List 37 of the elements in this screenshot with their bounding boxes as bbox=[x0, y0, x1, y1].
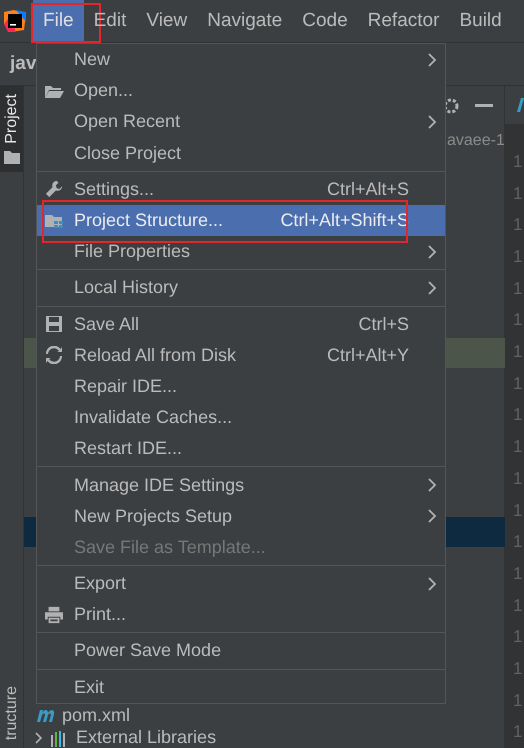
menu-item[interactable]: Manage IDE Settings bbox=[37, 469, 445, 501]
menu-item[interactable]: Reload All from Disk Ctrl+Alt+Y bbox=[37, 340, 445, 371]
printer-icon bbox=[44, 606, 64, 624]
menu-item[interactable]: Settings... Ctrl+Alt+S bbox=[37, 174, 445, 205]
menu-bar-item[interactable]: Refactor bbox=[358, 0, 450, 42]
minimize-icon[interactable] bbox=[474, 104, 493, 108]
menu-item[interactable]: Local History bbox=[37, 272, 445, 304]
menu-item[interactable]: Restart IDE... bbox=[37, 433, 445, 464]
menu-item[interactable]: Power Save Mode bbox=[37, 635, 445, 667]
menu-bar-item[interactable]: Build bbox=[449, 0, 512, 42]
menu-item[interactable]: Exit bbox=[37, 672, 445, 703]
side-tab[interactable]: Project bbox=[0, 86, 23, 172]
app-logo-icon[interactable] bbox=[4, 10, 26, 32]
side-tab[interactable]: tructure bbox=[0, 678, 23, 748]
menu-item[interactable]: Print... bbox=[37, 599, 445, 630]
menu-item[interactable]: Repair IDE... bbox=[37, 370, 445, 402]
menu-item[interactable]: Close Project bbox=[37, 138, 445, 169]
menu-item[interactable]: File Properties bbox=[37, 236, 445, 268]
menu-item[interactable]: Export bbox=[37, 568, 445, 600]
maven-icon bbox=[34, 707, 56, 723]
menu-item[interactable]: New Projects Setup bbox=[37, 500, 445, 532]
menu-item[interactable]: Invalidate Caches... bbox=[37, 402, 445, 434]
menu-item[interactable]: New bbox=[37, 44, 445, 76]
menu-bar-item[interactable]: Code bbox=[292, 0, 358, 42]
menu-item[interactable]: Open... bbox=[37, 75, 445, 106]
project-path: avaee-1 bbox=[447, 132, 505, 150]
reload-icon bbox=[44, 346, 64, 364]
menu-bar-item[interactable]: Navigate bbox=[197, 0, 292, 42]
menu-item[interactable]: Open Recent bbox=[37, 106, 445, 138]
tree-item-label[interactable]: External Libraries bbox=[76, 727, 216, 748]
menu-bar-item[interactable]: View bbox=[136, 0, 198, 42]
menu-bar-item[interactable]: File bbox=[33, 0, 84, 42]
wrench-icon bbox=[44, 180, 64, 198]
project-title: jav bbox=[10, 53, 36, 75]
tree-item-label[interactable]: pom.xml bbox=[62, 704, 130, 726]
folder-icon bbox=[4, 150, 20, 164]
menu-item[interactable]: Save All Ctrl+S bbox=[37, 308, 445, 340]
